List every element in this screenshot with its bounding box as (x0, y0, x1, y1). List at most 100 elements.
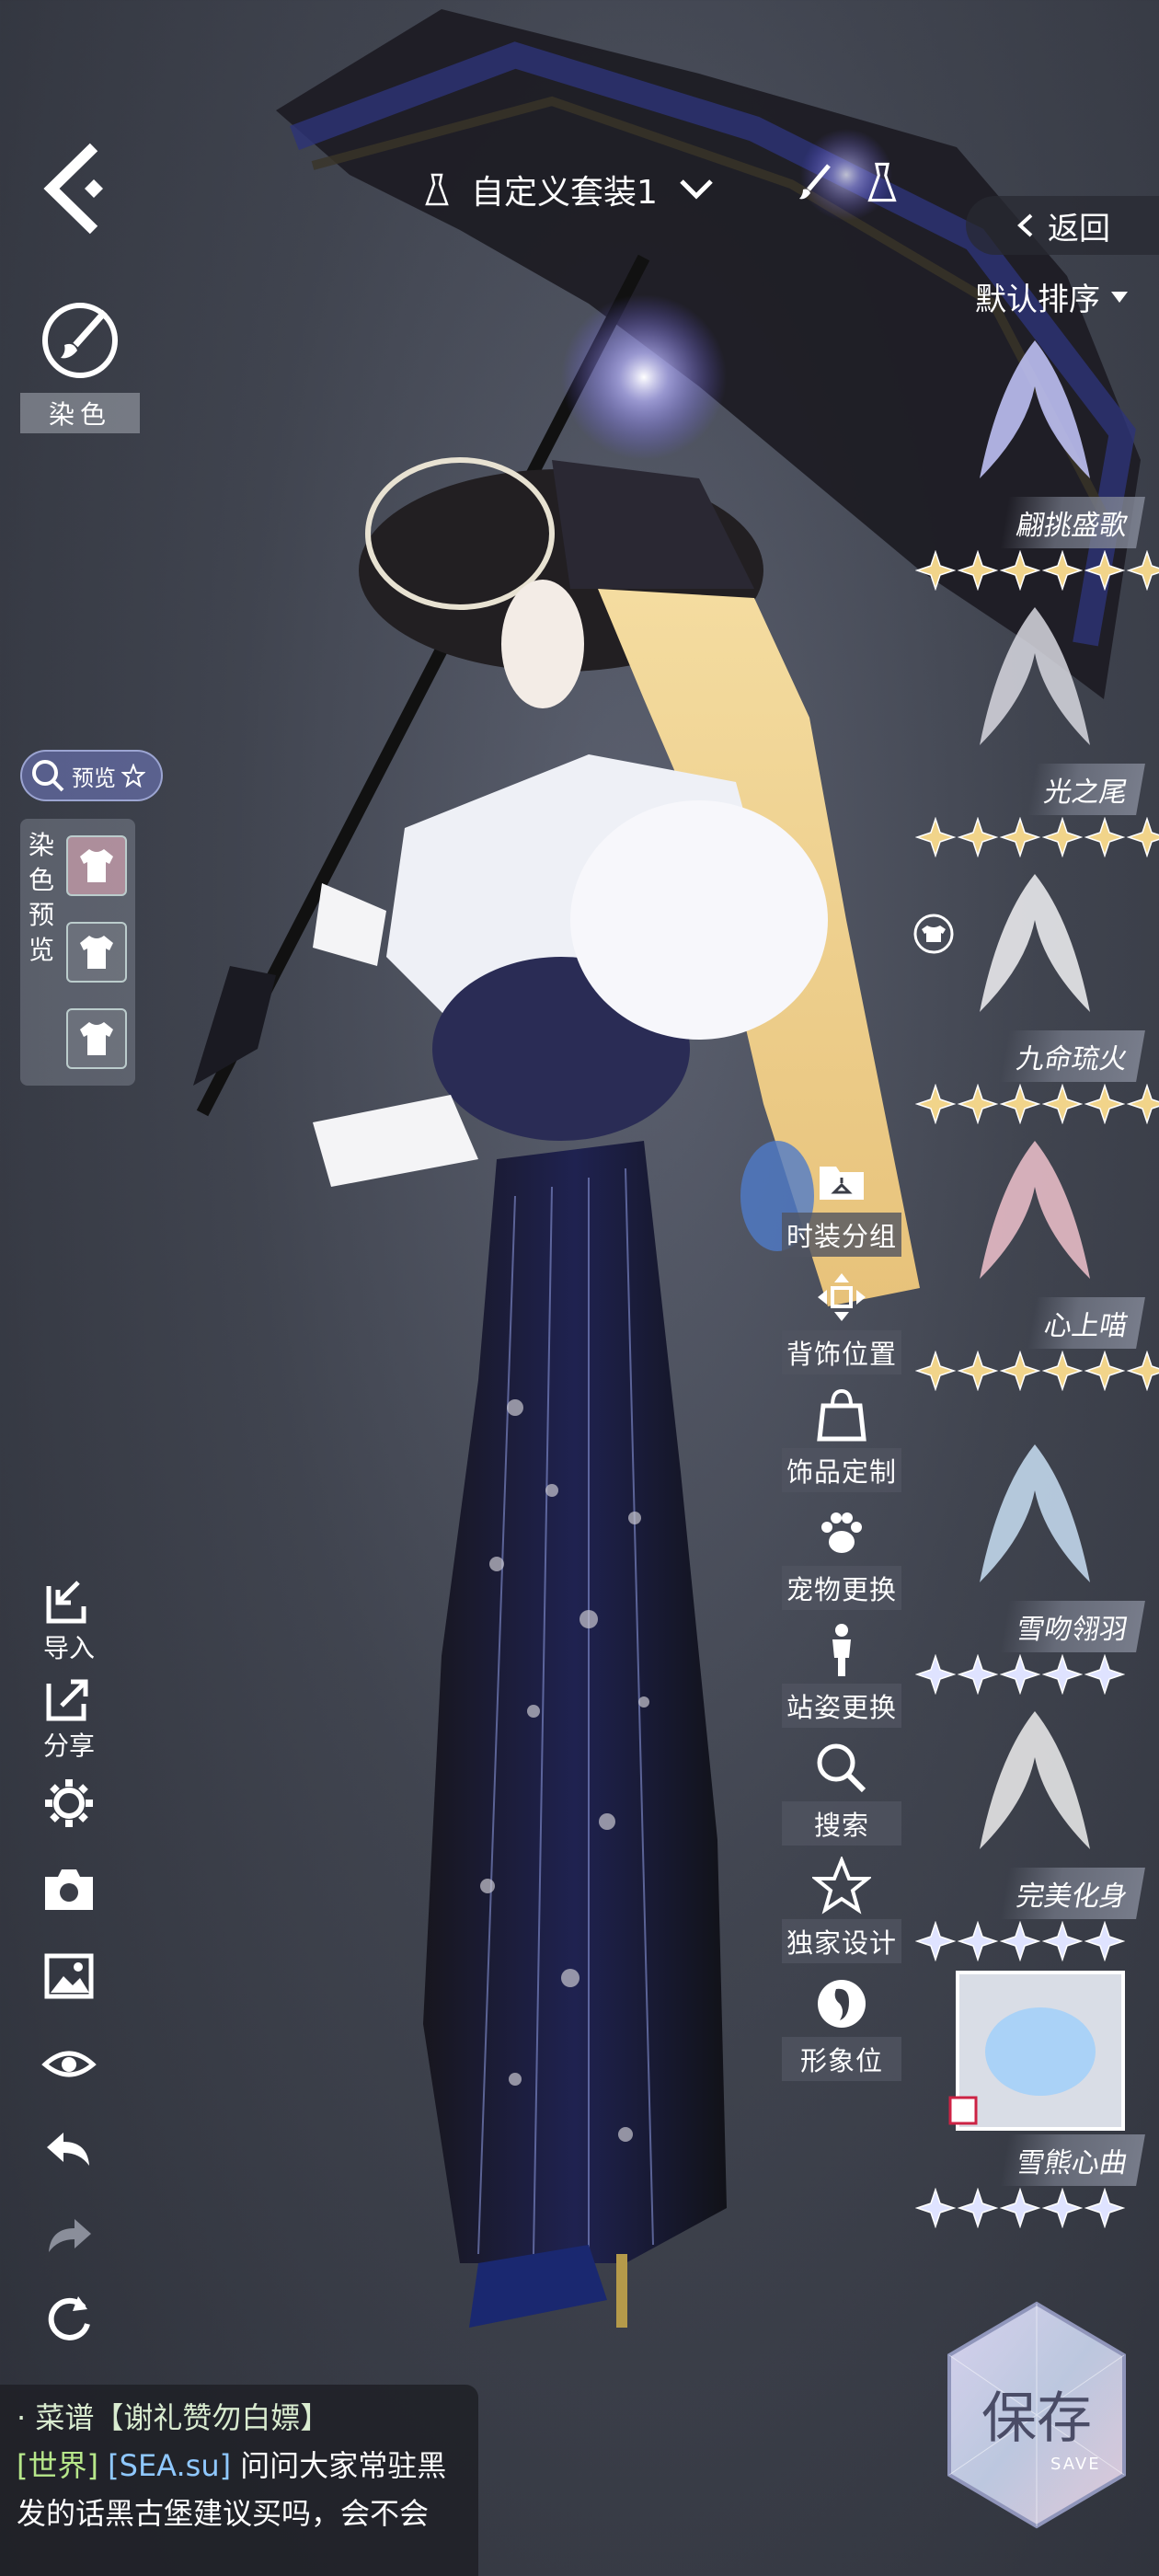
item-name: 心上喵 (1027, 1297, 1145, 1349)
star-icon (958, 817, 998, 857)
hide-ui-button[interactable] (28, 2035, 110, 2090)
save-label: 保存 (981, 2386, 1092, 2451)
image-icon (44, 1953, 94, 1999)
star-icon (1042, 1084, 1083, 1124)
portrait-icon (818, 1980, 866, 2028)
function-label: 独家设计 (782, 1919, 901, 1963)
function-button-4[interactable]: 站姿更换 (782, 1621, 901, 1728)
import-button[interactable]: 导入 (28, 1573, 110, 1665)
undo-button[interactable] (28, 2122, 110, 2177)
shirt-icon (80, 936, 113, 969)
item-name: 光之尾 (1027, 764, 1145, 815)
star-icon (1042, 1351, 1083, 1391)
star-icon (1000, 817, 1040, 857)
item-name: 翩挑盛歌 (1000, 497, 1145, 548)
item-card[interactable]: 九命琉火 (906, 865, 1159, 1132)
function-label: 站姿更换 (782, 1684, 901, 1728)
item-card[interactable]: 光之尾 (906, 598, 1159, 865)
dress-icon (425, 173, 449, 206)
star-icon (1084, 1921, 1125, 1961)
gallery-button[interactable] (28, 1949, 110, 2004)
outfit-selector[interactable]: 自定义套装1 (423, 166, 715, 213)
camera-button[interactable] (28, 1862, 110, 1917)
share-icon (46, 1679, 88, 1721)
settings-button[interactable] (28, 1776, 110, 1831)
refresh-shirt-icon[interactable] (911, 911, 957, 957)
star-icon (1084, 817, 1125, 857)
star-icon (1000, 2188, 1040, 2228)
star-icon (958, 550, 998, 591)
item-rating (915, 550, 1159, 591)
star-icon (1127, 550, 1159, 591)
return-button[interactable]: 返回 (966, 196, 1159, 255)
chat-panel[interactable]: · 菜谱【谢礼赞勿白嫖】 [世界] [SEA.su] 问问大家常驻黑发的话黑古堡… (0, 2385, 478, 2576)
star-icon (1127, 1351, 1159, 1391)
palette-brush-icon (42, 303, 118, 378)
function-button-3[interactable]: 宠物更换 (782, 1503, 901, 1610)
redo-button[interactable] (28, 2208, 110, 2263)
function-button-2[interactable]: 饰品定制 (782, 1386, 901, 1492)
preview-toggle[interactable]: 预览 (20, 750, 163, 801)
function-label: 饰品定制 (782, 1448, 901, 1492)
move-arrows-icon (818, 1273, 866, 1321)
dye-button[interactable]: 染色 (20, 299, 140, 433)
hanger-folder-icon (820, 1167, 864, 1200)
function-button-1[interactable]: 背饰位置 (782, 1268, 901, 1374)
star-icon (1000, 1654, 1040, 1695)
item-rating (915, 1921, 1125, 1961)
save-sub-label: SAVE (1050, 2455, 1101, 2474)
star-icon (812, 1857, 871, 1915)
chat-line-1: · 菜谱【谢礼赞勿白嫖】 (17, 2400, 330, 2435)
star-icon (958, 1351, 998, 1391)
function-label: 时装分组 (782, 1213, 901, 1257)
star-icon (958, 1654, 998, 1695)
star-icon (1000, 550, 1040, 591)
sort-label: 默认排序 (975, 282, 1100, 318)
dye-preview-slot-1[interactable] (66, 835, 127, 896)
dye-label: 染色 (20, 393, 140, 433)
return-label: 返回 (1048, 210, 1110, 247)
undo-icon (47, 2133, 89, 2166)
search-icon (817, 1743, 866, 1793)
star-icon (915, 1351, 956, 1391)
dye-preview-slot-3[interactable] (66, 1008, 127, 1069)
item-thumbnail (980, 340, 1090, 478)
chevron-down-icon (680, 179, 713, 200)
item-card[interactable]: 心上喵 (906, 1132, 1159, 1398)
paw-icon (821, 1512, 862, 1553)
back-arrow-button[interactable] (37, 138, 110, 239)
shirt-icon (80, 1022, 113, 1055)
function-button-0[interactable]: 时装分组 (782, 1150, 901, 1257)
brush-icon[interactable] (796, 162, 836, 202)
item-thumbnail (980, 874, 1090, 1012)
item-rating (915, 817, 1159, 857)
camera-icon (45, 1869, 93, 1910)
chat-user[interactable]: [SEA.su] (108, 2448, 231, 2483)
item-card[interactable]: 翩挑盛歌 (906, 331, 1159, 598)
item-card[interactable]: 雪熊心曲 (906, 1969, 1159, 2236)
reset-button[interactable] (28, 2291, 110, 2346)
item-rating (915, 1084, 1159, 1124)
star-icon (958, 1084, 998, 1124)
star-icon (915, 817, 956, 857)
item-card[interactable]: 完美化身 (906, 1702, 1159, 1969)
item-thumbnail (980, 607, 1090, 745)
import-label: 导入 (42, 1633, 95, 1663)
gear-icon (45, 1779, 93, 1827)
dye-preview-slot-2[interactable] (66, 922, 127, 983)
person-icon (832, 1624, 851, 1676)
dress-icon[interactable] (864, 162, 901, 202)
share-button[interactable]: 分享 (28, 1671, 110, 1763)
function-button-5[interactable]: 搜索 (782, 1739, 901, 1846)
star-icon (1084, 1084, 1125, 1124)
function-button-6[interactable]: 独家设计 (782, 1857, 901, 1963)
function-label: 搜索 (782, 1801, 901, 1846)
sort-dropdown[interactable]: 默认排序 (975, 274, 1130, 319)
item-name: 完美化身 (1000, 1868, 1145, 1919)
save-button[interactable]: 保存 SAVE (940, 2300, 1133, 2530)
star-icon (1042, 817, 1083, 857)
function-button-7[interactable]: 形象位 (782, 1974, 901, 2081)
chevron-left-icon (1017, 213, 1033, 237)
star-icon (915, 1654, 956, 1695)
item-card[interactable]: 雪吻翎羽 (906, 1435, 1159, 1702)
